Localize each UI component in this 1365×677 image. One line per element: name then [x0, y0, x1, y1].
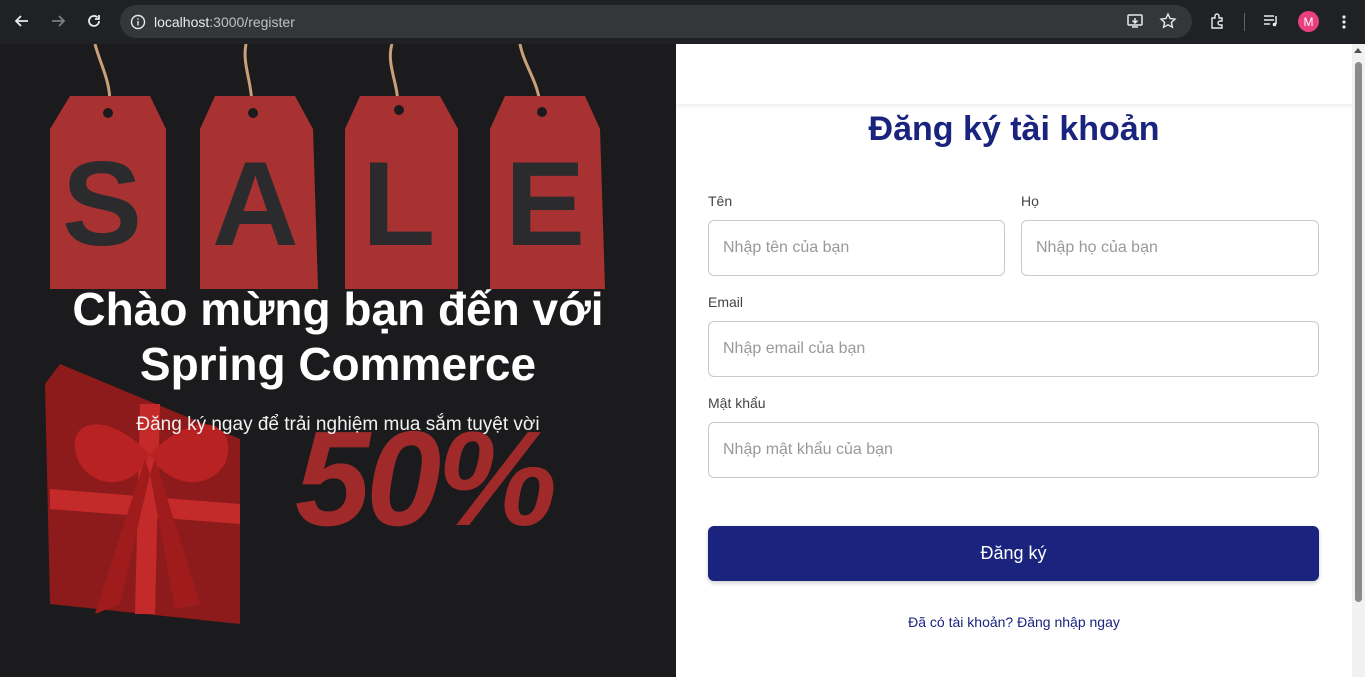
site-info-icon[interactable]: [130, 14, 146, 30]
media-controls-icon[interactable]: [1262, 12, 1280, 30]
forward-button[interactable]: [44, 7, 72, 35]
scroll-thumb[interactable]: [1355, 62, 1362, 602]
password-label: Mật khẩu: [708, 395, 766, 411]
toolbar-divider: [1244, 13, 1245, 31]
profile-avatar[interactable]: M: [1298, 11, 1319, 32]
scroll-up-arrow-icon[interactable]: [1354, 48, 1362, 53]
url-host: localhost: [154, 13, 210, 30]
hero-title-line2: Spring Commerce: [139, 338, 537, 390]
url-text: localhost:3000/register: [154, 14, 295, 30]
first-name-input[interactable]: Nhập tên của bạn: [708, 220, 1005, 276]
hero-section: S A L E 50% Chào mừng bạn đến với Spring…: [0, 44, 676, 677]
page-scrollbar[interactable]: [1352, 44, 1365, 677]
hero-subtitle: Đăng ký ngay để trải nghiệm mua sắm tuyệ…: [136, 414, 540, 435]
register-button[interactable]: Đăng ký: [708, 526, 1319, 581]
bookmark-star-icon[interactable]: [1159, 12, 1177, 30]
form-title: Đăng ký tài khoản: [868, 110, 1160, 148]
password-input[interactable]: Nhập mật khẩu của bạn: [708, 422, 1319, 478]
more-menu-icon[interactable]: [1336, 14, 1352, 30]
email-label: Email: [708, 294, 744, 310]
first-name-label: Tên: [708, 193, 733, 209]
hero-title: Chào mừng bạn đến với Spring Commerce: [0, 282, 676, 392]
url-path: :3000/register: [209, 13, 295, 30]
tag-letter-e: E: [505, 137, 586, 271]
hero-title-line1: Chào mừng bạn đến với: [72, 283, 604, 335]
address-bar[interactable]: localhost:3000/register: [120, 5, 1192, 38]
sale-tag-letters: S A L E: [0, 44, 676, 294]
tag-letter-l: L: [362, 137, 436, 271]
login-link[interactable]: Đã có tài khoản? Đăng nhập ngay: [676, 614, 1352, 630]
tag-letter-a: A: [212, 137, 299, 271]
forward-arrow-icon: [52, 15, 66, 27]
back-arrow-icon: [14, 15, 28, 27]
extensions-icon[interactable]: [1209, 12, 1227, 30]
last-name-label: Họ: [1021, 193, 1039, 209]
back-button[interactable]: [8, 7, 36, 35]
last-name-input[interactable]: Nhập họ của bạn: [1021, 220, 1319, 276]
reload-button[interactable]: [80, 7, 108, 35]
email-input[interactable]: Nhập email của bạn: [708, 321, 1319, 377]
install-app-icon[interactable]: [1126, 12, 1144, 30]
browser-toolbar: localhost:3000/register M: [0, 0, 1365, 44]
register-panel: Đăng ký tài khoản Tên Nhập tên của bạn H…: [676, 44, 1352, 677]
tag-letter-s: S: [62, 137, 143, 271]
reload-icon: [88, 15, 100, 27]
